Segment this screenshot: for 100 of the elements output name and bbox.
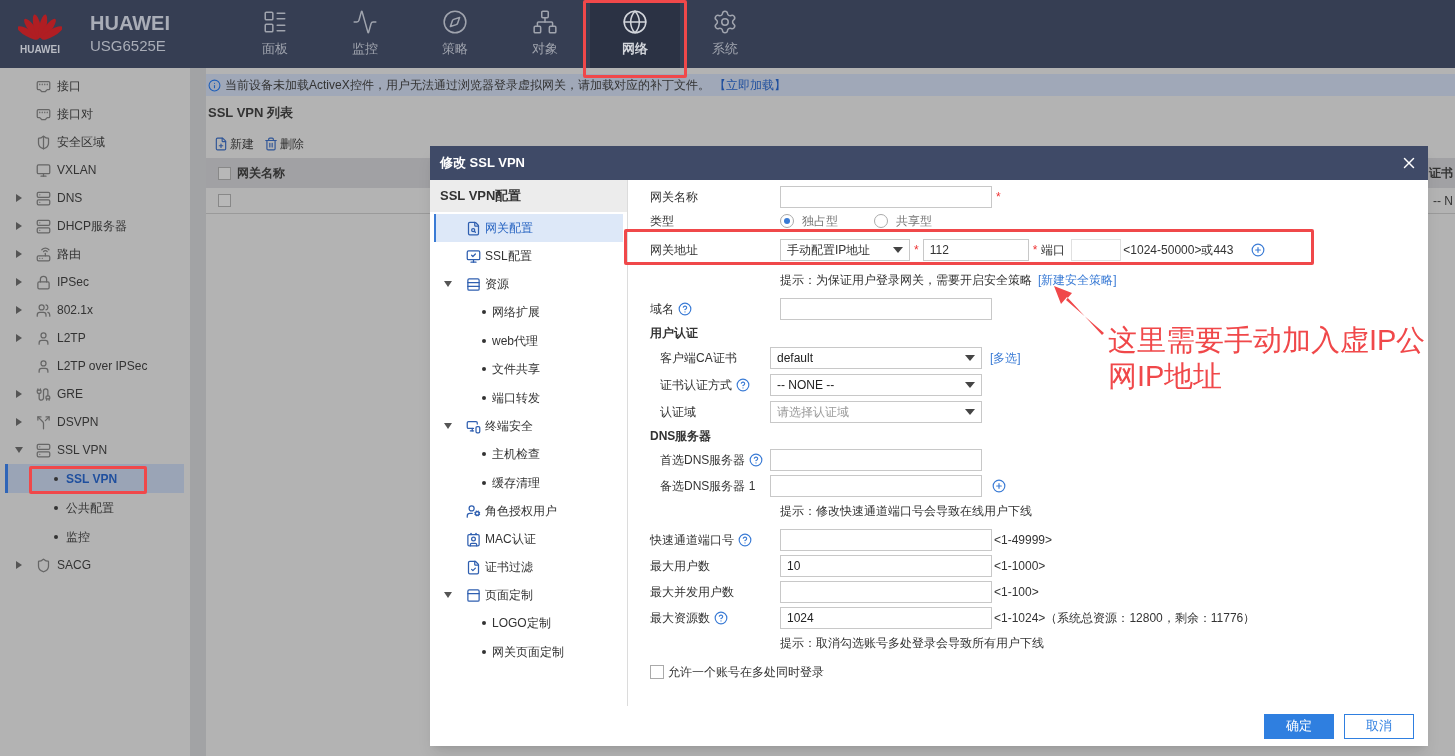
nav-title: SSL VPN配置: [430, 180, 627, 212]
collapse-icon[interactable]: [444, 280, 452, 288]
sidebar-item[interactable]: VXLAN: [57, 161, 97, 179]
add-icon[interactable]: [1251, 243, 1266, 257]
sidebar-item[interactable]: DNS: [57, 189, 83, 207]
input-field[interactable]: [780, 581, 992, 603]
nav-subitem[interactable]: 端口转发: [430, 383, 627, 412]
select-field[interactable]: 手动配置IP地址: [780, 239, 910, 261]
expand-icon[interactable]: [15, 334, 23, 342]
radio-label: 共享型: [896, 213, 932, 230]
sidebar-item[interactable]: 路由: [57, 245, 81, 263]
checkbox[interactable]: [218, 166, 231, 180]
sidebar-item[interactable]: 接口: [57, 77, 81, 95]
monitor-icon: [36, 162, 51, 178]
nav-subitem[interactable]: 网络扩展: [430, 298, 627, 327]
sidebar-item[interactable]: GRE: [57, 385, 83, 403]
nav-tab[interactable]: 系统: [680, 0, 770, 68]
nav-item[interactable]: 页面定制: [434, 581, 623, 609]
settings-icon: [712, 9, 738, 36]
help-icon[interactable]: [678, 302, 692, 316]
globe-icon: [622, 9, 648, 36]
input-field[interactable]: [780, 529, 992, 551]
select-field[interactable]: -- NONE --: [770, 373, 982, 396]
cancel-button[interactable]: 取消: [1344, 713, 1414, 739]
input-field[interactable]: [770, 475, 982, 497]
expand-icon[interactable]: [15, 418, 23, 426]
sidebar-item[interactable]: 802.1x: [57, 301, 94, 319]
sidebar-item[interactable]: 安全区域: [57, 133, 105, 151]
select-field[interactable]: default: [770, 346, 982, 369]
sidebar-item[interactable]: L2TP: [57, 329, 86, 347]
field-label: 最大用户数: [650, 558, 710, 575]
nav-item[interactable]: 资源: [434, 270, 623, 298]
nav-tab[interactable]: 对象: [500, 0, 590, 68]
link[interactable]: [多选]: [990, 348, 1021, 367]
nav-item[interactable]: 角色授权用户: [434, 497, 623, 525]
nav-subitem[interactable]: 网关页面定制: [430, 637, 627, 666]
checkbox[interactable]: [650, 665, 664, 679]
nav-tab[interactable]: 监控: [320, 0, 410, 68]
nav-subitem[interactable]: 文件共享: [430, 355, 627, 384]
nav-subitem[interactable]: 缓存清理: [430, 468, 627, 497]
expand-icon[interactable]: [15, 194, 23, 202]
delete-button[interactable]: 删除: [264, 135, 304, 153]
expand-icon[interactable]: [15, 306, 23, 314]
nav-item[interactable]: SSL配置: [434, 242, 623, 270]
collapse-icon[interactable]: [15, 446, 23, 454]
checkbox[interactable]: [218, 194, 231, 207]
input-field[interactable]: 1024: [780, 607, 992, 629]
sidebar-item[interactable]: L2TP over IPSec: [57, 357, 148, 375]
sidebar-item[interactable]: SACG: [57, 556, 91, 574]
section-title: 用户认证: [650, 325, 698, 342]
help-icon[interactable]: [738, 533, 752, 547]
nav-subitem[interactable]: 主机检查: [430, 440, 627, 469]
table-cell-text: -- N: [1433, 192, 1453, 210]
nav-item[interactable]: 终端安全: [434, 412, 623, 440]
nav-item[interactable]: 网关配置: [434, 214, 623, 242]
input-field[interactable]: [1071, 239, 1122, 261]
expand-icon[interactable]: [15, 561, 23, 569]
port-icon: [36, 106, 51, 122]
nav-subitem[interactable]: LOGO定制: [430, 609, 627, 638]
sidebar-item[interactable]: SSL VPN: [57, 441, 108, 459]
nav-tab[interactable]: 策略: [410, 0, 500, 68]
help-icon[interactable]: [714, 611, 728, 625]
nav-tab[interactable]: 网络: [590, 0, 680, 68]
new-button[interactable]: 新建: [214, 135, 254, 153]
input-field[interactable]: [780, 298, 992, 320]
list-icon: [466, 276, 481, 292]
collapse-icon[interactable]: [444, 591, 452, 599]
sidebar-subitem[interactable]: 监控: [5, 522, 184, 551]
expand-icon[interactable]: [15, 250, 23, 258]
bullet-icon: [482, 367, 486, 372]
input-field[interactable]: [780, 186, 992, 208]
window-icon: [466, 587, 481, 603]
link[interactable]: [新建安全策略]: [1038, 271, 1117, 289]
link[interactable]: 【立即加载】: [713, 76, 786, 94]
confirm-button[interactable]: 确定: [1264, 713, 1334, 739]
hint-text: 提示：为保证用户登录网关，需要开启安全策略: [780, 272, 1032, 289]
sidebar-item[interactable]: IPSec: [57, 273, 89, 291]
input-field[interactable]: 112: [922, 239, 1029, 261]
sidebar-item[interactable]: 接口对: [57, 105, 93, 123]
annotation-text: 这里需要手动加入虚IP公: [1108, 323, 1426, 358]
expand-icon[interactable]: [15, 278, 23, 286]
collapse-icon[interactable]: [444, 422, 452, 430]
input-field[interactable]: [770, 449, 982, 471]
expand-icon[interactable]: [15, 390, 23, 398]
help-icon[interactable]: [736, 377, 750, 392]
document-icon: [466, 220, 481, 236]
help-icon[interactable]: [749, 453, 764, 467]
sidebar-item[interactable]: DSVPN: [57, 413, 99, 431]
lock-icon: [36, 274, 51, 290]
input-field[interactable]: 10: [780, 555, 992, 577]
sidebar-subitem[interactable]: 公共配置: [5, 493, 184, 522]
nav-item[interactable]: MAC认证: [434, 525, 623, 553]
nav-tab[interactable]: 面板: [230, 0, 320, 68]
expand-icon[interactable]: [15, 222, 23, 230]
range-hint: <1-49999>: [994, 532, 1053, 549]
nav-subitem[interactable]: web代理: [430, 326, 627, 355]
nav-item[interactable]: 证书过滤: [434, 553, 623, 581]
add-icon[interactable]: [992, 479, 1006, 493]
caret-icon: [965, 408, 975, 415]
sidebar-item[interactable]: DHCP服务器: [57, 217, 127, 235]
